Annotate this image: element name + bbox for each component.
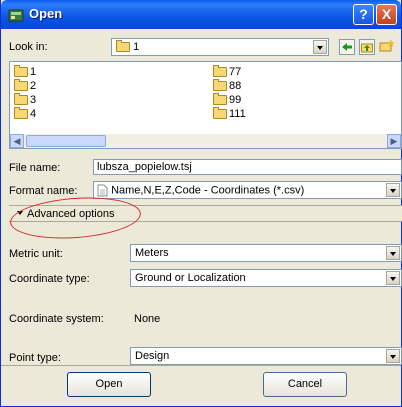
chevron-down-icon[interactable] [386,246,400,260]
file-name-label: File name: [9,162,61,174]
scroll-thumb[interactable] [26,135,106,147]
coordinate-type-dropdown[interactable]: Ground or Localization [130,269,402,287]
up-folder-icon [361,43,373,53]
format-name-label: Format name: [9,185,78,197]
folder-item[interactable]: 99 [213,93,241,106]
back-button[interactable] [339,39,355,55]
file-name-field[interactable]: lubsza_popielow.tsj [93,159,402,175]
point-type-value: Design [135,350,170,362]
point-type-dropdown[interactable]: Design [130,347,402,365]
new-folder-button[interactable] [379,39,395,55]
folder-item[interactable]: 77 [213,65,241,78]
back-arrow-icon [342,43,352,51]
coordinate-type-label: Coordinate type: [9,273,90,285]
scroll-right-button[interactable]: ▶ [387,134,401,148]
coordinate-type-value: Ground or Localization [135,272,246,284]
coordinate-system-label: Coordinate system: [9,313,104,325]
metric-unit-label: Metric unit: [9,248,63,260]
folder-item[interactable]: 2 [14,79,36,92]
folder-icon [14,65,28,78]
folder-icon [116,40,130,53]
open-button[interactable]: Open [67,372,151,397]
metric-unit-value: Meters [135,247,169,259]
format-name-dropdown[interactable]: Name,N,E,Z,Code - Coordinates (*.csv) [93,181,402,199]
new-folder-icon [379,39,395,52]
folder-item[interactable]: 1 [14,65,36,78]
help-button[interactable]: ? [353,4,374,25]
point-type-label: Point type: [9,352,61,364]
chevron-down-icon[interactable] [386,349,400,363]
folder-icon [213,65,227,78]
chevron-down-icon[interactable] [386,183,400,197]
folder-icon [14,79,28,92]
file-list[interactable]: 1 2 3 4 77 88 99 111 ◀ ▶ [9,61,402,149]
coordinate-system-value: None [134,313,161,325]
format-name-value: Name,N,E,Z,Code - Coordinates (*.csv) [111,184,305,197]
look-in-value: 1 [133,41,140,53]
look-in-dropdown[interactable]: 1 [111,38,329,56]
title-bar[interactable]: Open ? X [1,0,401,29]
folder-icon [213,79,227,92]
folder-icon [213,93,227,106]
file-name-value: lubsza_popielow.tsj [97,161,192,173]
app-icon [8,9,24,22]
folder-icon [14,93,28,106]
chevron-down-icon[interactable] [313,40,327,54]
folder-item[interactable]: 111 [213,107,246,120]
open-dialog: Open ? X Look in: 1 1 2 3 4 77 88 99 111… [0,0,402,407]
folder-item[interactable]: 88 [213,79,241,92]
up-folder-button[interactable] [359,39,375,55]
scroll-left-button[interactable]: ◀ [10,134,24,148]
folder-icon [14,107,28,120]
divider [1,365,401,366]
folder-item[interactable]: 3 [14,93,36,106]
cancel-button[interactable]: Cancel [263,372,347,397]
annotation-circle [8,193,143,243]
window-title: Open [29,6,63,21]
horizontal-scrollbar[interactable]: ◀ ▶ [10,134,401,148]
close-button[interactable]: X [376,4,397,25]
document-icon [97,184,108,197]
metric-unit-dropdown[interactable]: Meters [130,244,402,262]
look-in-label: Look in: [9,41,48,53]
chevron-down-icon[interactable] [386,271,400,285]
folder-item[interactable]: 4 [14,107,36,120]
folder-icon [213,107,227,120]
